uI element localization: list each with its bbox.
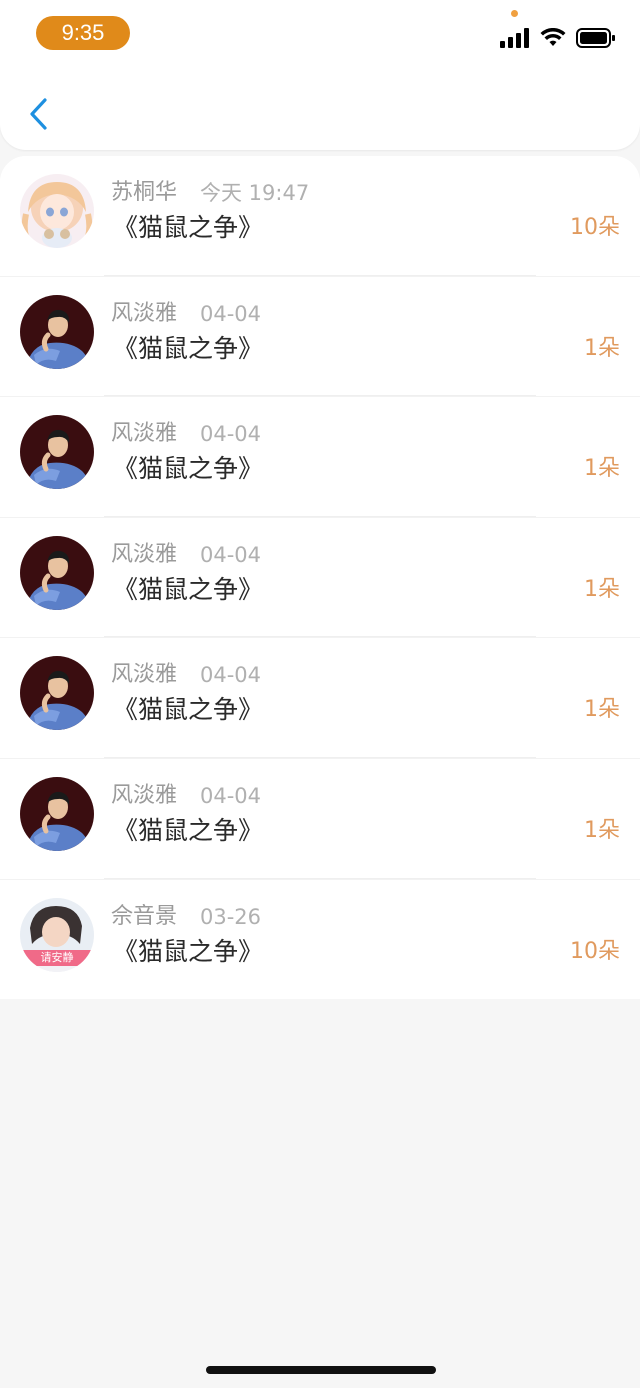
work-title: 《猫鼠之争》 (113, 936, 264, 966)
battery-icon (576, 28, 616, 52)
list-item[interactable]: 风淡雅 04-04 《猫鼠之争》 1朵 (0, 757, 640, 879)
wifi-icon (540, 27, 566, 52)
man-blue-shirt-avatar[interactable] (20, 535, 94, 610)
sender-name: 风淡雅 (111, 782, 178, 808)
work-title: 《猫鼠之争》 (113, 695, 264, 725)
list-item[interactable]: 请安静 佘音景 03-26 《猫鼠之争》 10朵 (0, 878, 640, 1000)
top-bar: 9:35 (0, 0, 640, 150)
send-date: 04-04 (200, 783, 262, 808)
send-date: 04-04 (200, 301, 262, 326)
list-item[interactable]: 风淡雅 04-04 《猫鼠之争》 1朵 (0, 275, 640, 397)
list-item[interactable]: 风淡雅 04-04 《猫鼠之争》 1朵 (0, 516, 640, 638)
sender-name: 风淡雅 (111, 662, 178, 688)
list-item[interactable]: 苏桐华 今天 19:47 《猫鼠之争》 10朵 (0, 156, 640, 276)
sender-name: 风淡雅 (111, 541, 178, 567)
send-date: 04-04 (200, 422, 262, 447)
list-item[interactable]: 风淡雅 04-04 《猫鼠之争》 1朵 (0, 396, 640, 517)
man-blue-shirt-avatar[interactable] (20, 415, 94, 490)
signal-icon (500, 28, 530, 52)
sender-name: 苏桐华 (111, 180, 178, 205)
send-date: 04-04 (200, 542, 262, 567)
sender-name: 佘音景 (111, 903, 178, 929)
man-blue-shirt-avatar[interactable] (20, 656, 94, 731)
flower-count: 1朵 (584, 697, 620, 723)
send-date: 03-26 (200, 904, 262, 929)
sender-name: 风淡雅 (111, 300, 178, 326)
flower-count: 10朵 (570, 215, 620, 240)
chevron-left-icon (27, 97, 49, 135)
status-time: 9:35 (36, 16, 130, 50)
work-title: 《猫鼠之争》 (113, 815, 264, 845)
flower-count: 1朵 (584, 817, 620, 843)
send-date: 今天 19:47 (200, 181, 310, 205)
send-date: 04-04 (200, 663, 262, 688)
work-title: 《猫鼠之争》 (113, 454, 264, 484)
sender-name: 风淡雅 (111, 421, 178, 447)
work-title: 《猫鼠之争》 (113, 333, 264, 363)
work-title: 《猫鼠之争》 (113, 574, 264, 604)
work-title: 《猫鼠之争》 (113, 213, 264, 242)
anime-girl-avatar[interactable] (20, 174, 94, 248)
flower-count: 1朵 (584, 576, 620, 602)
screen: 9:35 苏桐华 今天 19:47 《猫鼠之争》 10朵 风淡雅 04-04 《… (0, 0, 640, 1388)
status-icons (500, 27, 616, 52)
privacy-indicator-dot (511, 10, 518, 17)
avatar-caption: 请安静 (40, 950, 74, 964)
man-blue-shirt-avatar[interactable] (20, 776, 94, 851)
gift-record-list: 苏桐华 今天 19:47 《猫鼠之争》 10朵 风淡雅 04-04 《猫鼠之争》 (0, 156, 640, 1000)
back-button[interactable] (18, 96, 58, 136)
man-blue-shirt-avatar[interactable] (20, 294, 94, 369)
list-item[interactable]: 风淡雅 04-04 《猫鼠之争》 1朵 (0, 637, 640, 758)
flower-count: 10朵 (570, 938, 620, 964)
home-indicator[interactable] (206, 1366, 436, 1374)
flower-count: 1朵 (584, 456, 620, 482)
flower-count: 1朵 (584, 335, 620, 361)
girl-please-quiet-avatar[interactable]: 请安静 (20, 897, 94, 972)
